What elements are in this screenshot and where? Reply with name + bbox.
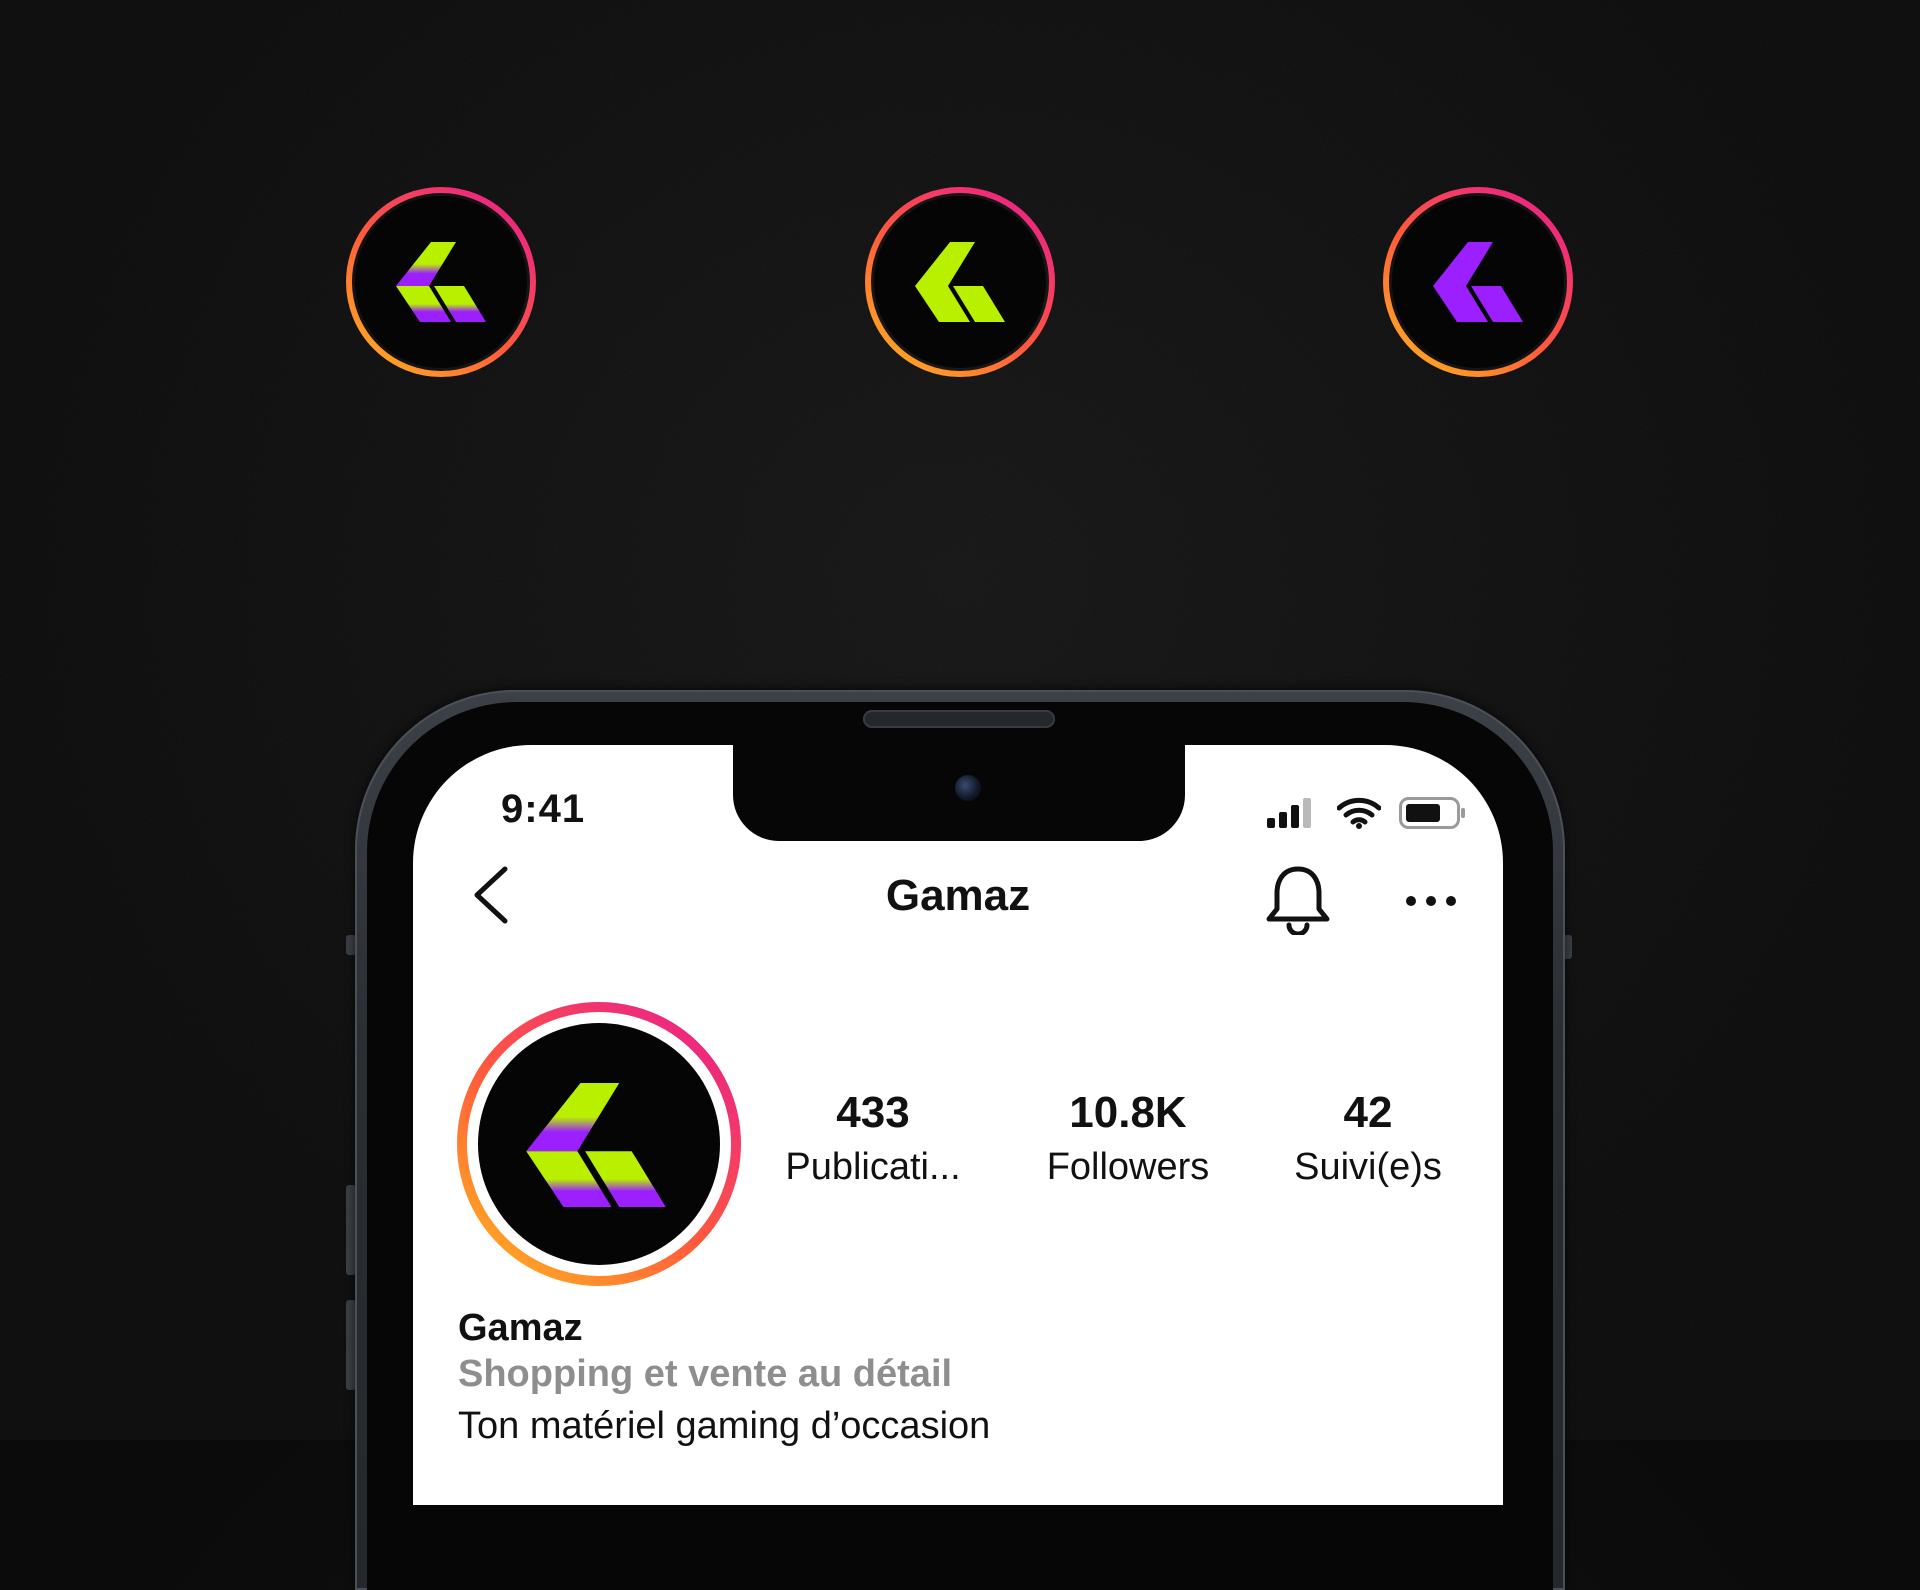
wifi-icon (1337, 797, 1381, 829)
profile-avatar[interactable] (456, 1001, 742, 1287)
stat-label: Followers (1046, 1146, 1210, 1188)
phone-speaker (863, 710, 1055, 728)
stat-followers[interactable]: 10.8K Followers (1008, 1088, 1248, 1196)
phone-screen: 9:41 Gamaz 433 Publicati... 10.8K Follow… (413, 745, 1503, 1505)
more-icon[interactable] (1403, 891, 1459, 911)
stat-publications[interactable]: 433 Publicati... (753, 1088, 993, 1196)
profile-name: Gamaz (458, 1307, 583, 1349)
status-time: 9:41 (501, 787, 586, 831)
stat-label: Suivi(e)s (1294, 1146, 1442, 1188)
stat-value: 10.8K (1069, 1088, 1187, 1137)
status-icons (1267, 797, 1467, 829)
avatar-preview-purple (1382, 186, 1574, 378)
front-camera (955, 775, 981, 801)
stat-value: 433 (836, 1088, 910, 1137)
notch (733, 745, 1185, 841)
avatar-preview-gradient (345, 186, 537, 378)
profile-bio: Ton matériel gaming d’occasion (458, 1405, 991, 1447)
battery-icon (1399, 797, 1465, 829)
signal-icon (1267, 798, 1311, 828)
stat-following[interactable]: 42 Suivi(e)s (1248, 1088, 1488, 1196)
stat-label: Publicati... (785, 1146, 961, 1188)
profile-category: Shopping et vente au détail (458, 1353, 953, 1395)
stat-value: 42 (1343, 1088, 1393, 1137)
page-title: Gamaz (885, 871, 1031, 920)
avatar-preview-green (864, 186, 1056, 378)
bell-icon[interactable] (1265, 863, 1331, 935)
